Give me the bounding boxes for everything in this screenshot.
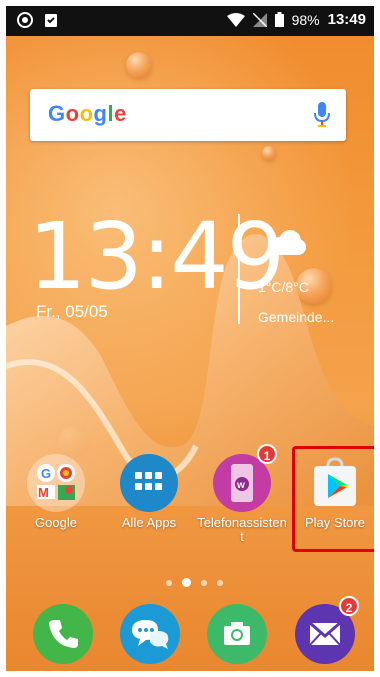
app-label: Telefonassistent [197, 515, 287, 544]
page-dot[interactable] [201, 579, 207, 586]
home-screen: 98% 13:49 Google 13:49 Fr., 05/05 1°C/8°… [6, 6, 374, 671]
weather-location: Gemeinde... [258, 309, 335, 325]
logo-letter: o [65, 101, 80, 126]
chat-bubbles-icon [132, 620, 169, 649]
wiko-phone-icon: w 1 [213, 444, 277, 512]
logo-letter: e [114, 101, 127, 126]
battery-icon [274, 12, 284, 27]
svg-text:w: w [236, 480, 245, 491]
grid-icon [120, 454, 178, 512]
notification-badge: 2 [339, 596, 359, 616]
wifi-icon [226, 12, 245, 27]
app-label: Alle Apps [121, 515, 177, 530]
google-folder-icon: G M [27, 454, 85, 512]
google-search-bar[interactable]: Google [30, 89, 346, 141]
page-dot[interactable] [217, 579, 223, 586]
selection-highlight [292, 446, 374, 552]
app-telefonassistent[interactable]: w 1 Telefonassistent [197, 444, 287, 544]
weather-status-icon [17, 12, 33, 28]
mic-icon[interactable] [314, 102, 330, 128]
decor-bubble [126, 52, 152, 78]
dock-camera[interactable] [207, 604, 267, 664]
dock-email[interactable]: 2 [295, 596, 359, 664]
app-google-folder[interactable]: G M Google [17, 454, 95, 530]
logo-letter: G [48, 101, 66, 126]
page-dot[interactable] [166, 579, 172, 586]
app-label: Google [35, 515, 77, 530]
phone-icon [49, 620, 78, 648]
no-sim-icon [252, 12, 267, 27]
clock-time[interactable]: 13:49 [28, 211, 285, 303]
clock-divider [238, 214, 240, 324]
camera-icon [224, 622, 250, 645]
google-logo: Google [48, 101, 127, 127]
cloud-icon[interactable] [268, 230, 306, 256]
app-all-apps[interactable]: Alle Apps [110, 454, 188, 530]
page-dot-active[interactable] [182, 578, 191, 587]
weather-temperature: 1°C/8°C [258, 279, 309, 295]
notification-badge: 1 [257, 444, 277, 464]
dock-messages[interactable] [120, 604, 180, 664]
decor-bubble [262, 146, 276, 160]
svg-text:M: M [38, 485, 49, 500]
status-bar: 98% 13:49 [6, 6, 374, 36]
dock-phone[interactable] [33, 604, 93, 664]
clipboard-check-icon [45, 14, 57, 27]
battery-percent: 98% [291, 11, 320, 28]
logo-letter: o [79, 101, 94, 126]
svg-text:G: G [41, 466, 51, 481]
logo-letter: g [93, 101, 108, 126]
status-time: 13:49 [327, 11, 366, 28]
clock-date: Fr., 05/05 [36, 302, 108, 321]
page-indicator[interactable] [166, 578, 223, 587]
